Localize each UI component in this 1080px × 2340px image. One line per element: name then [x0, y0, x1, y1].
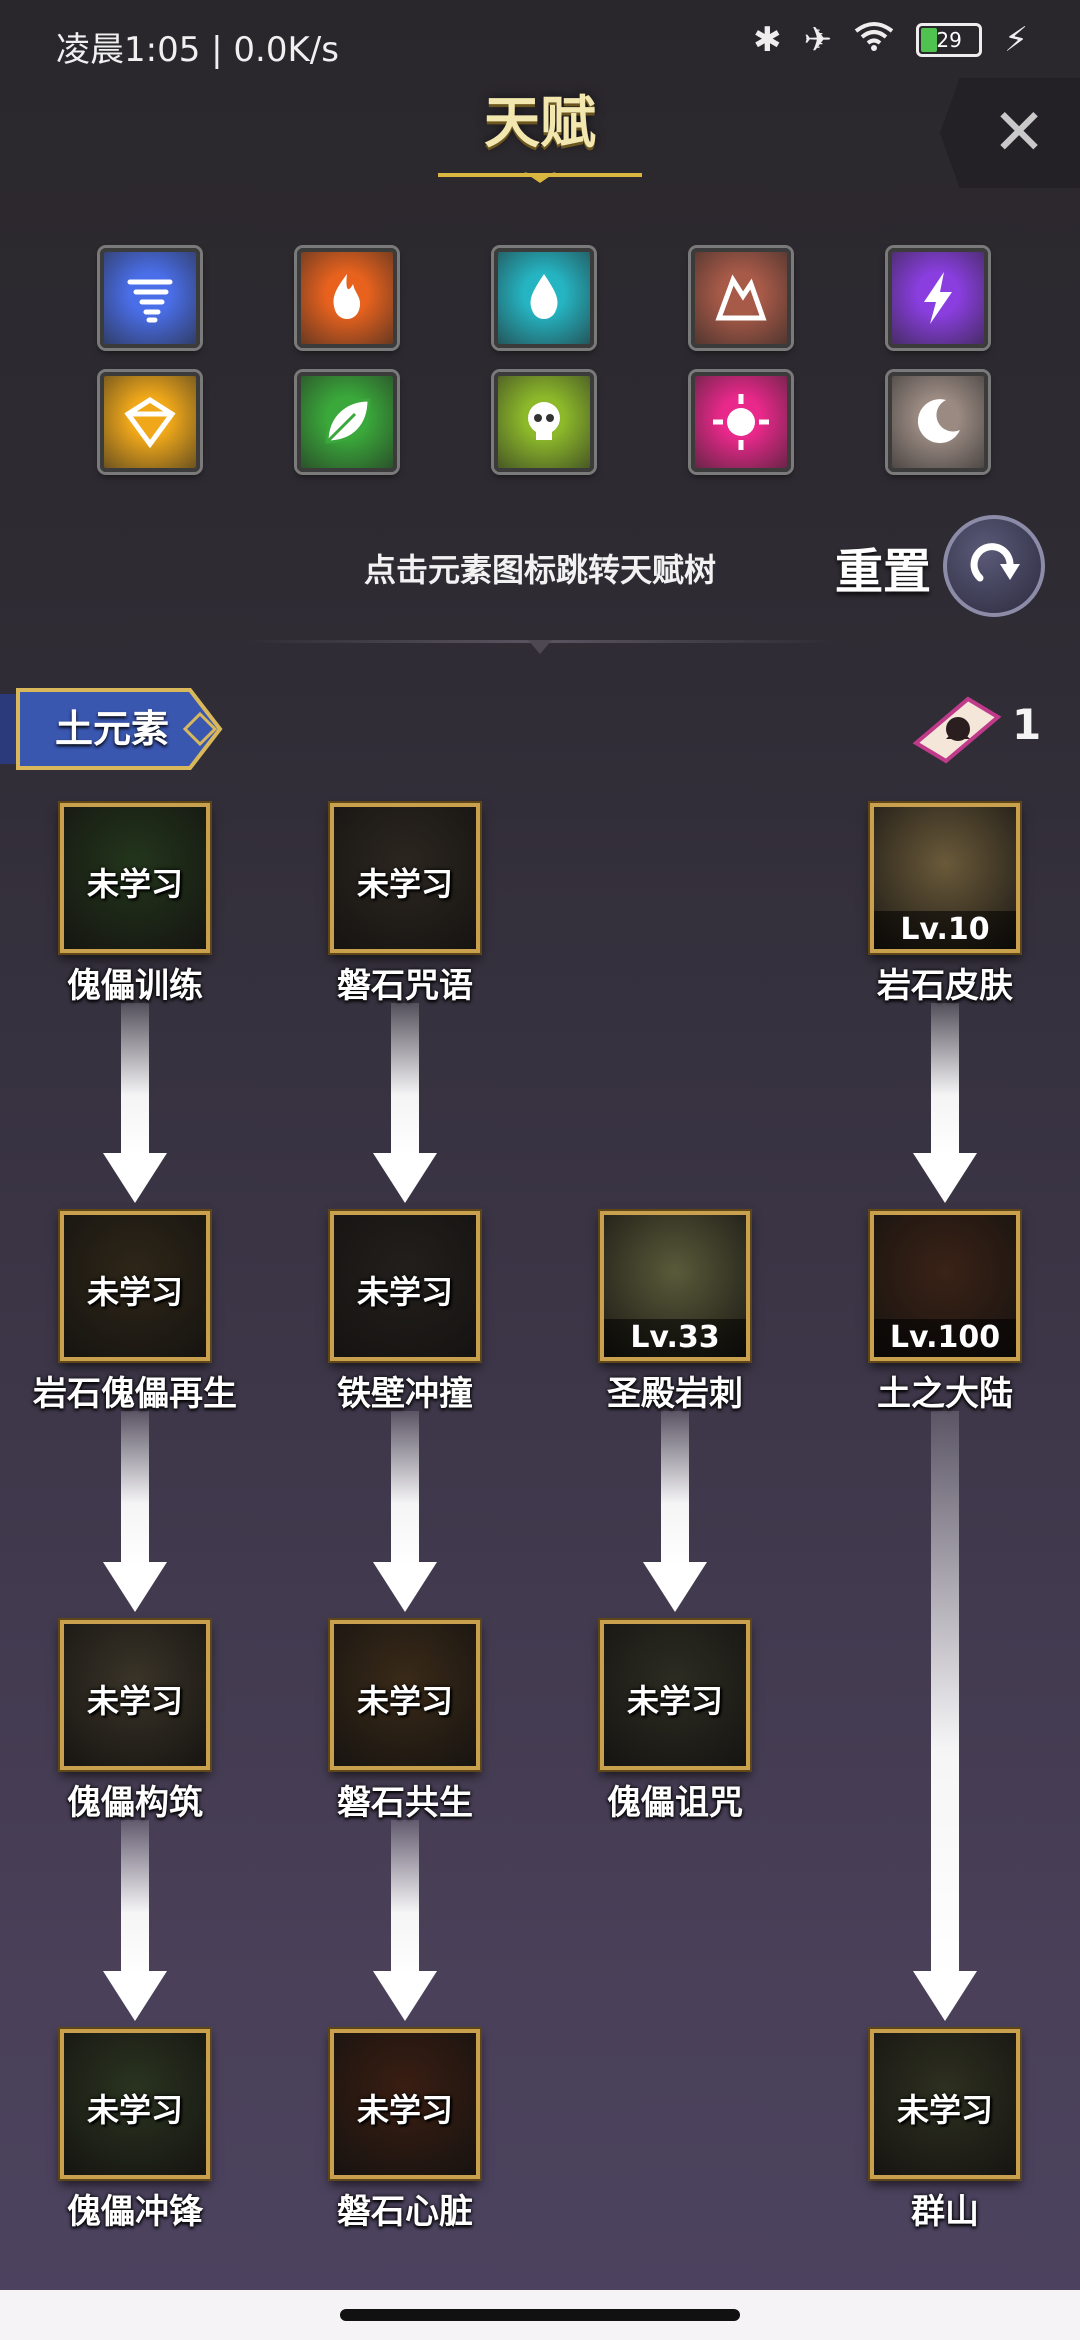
talent-name: 磐石共生	[337, 1783, 473, 1823]
element-earth-button[interactable]	[691, 248, 791, 348]
talent-node-rock-golem-regen[interactable]: 未学习	[60, 1211, 210, 1361]
element-poison-button[interactable]	[494, 372, 594, 472]
lightning-icon	[924, 272, 952, 324]
battery-icon: 29	[916, 23, 983, 57]
element-holy-button[interactable]	[691, 372, 791, 472]
talent-node-golem-construct[interactable]: 未学习	[60, 1620, 210, 1770]
status-bar: 凌晨1:05 | 0.0K/s ✱ ✈ 29 ⚡	[0, 0, 1080, 88]
tree-arrow	[373, 1820, 437, 2021]
talent-point-icon	[912, 696, 1002, 764]
status-time: 凌晨1:05 | 0.0K/s	[56, 30, 339, 70]
talent-node-golem-charge[interactable]: 未学习	[60, 2029, 210, 2179]
skull-icon	[528, 402, 560, 440]
moon-icon	[917, 399, 960, 444]
charging-icon: ⚡	[1004, 20, 1028, 60]
gem-icon	[124, 397, 176, 449]
talent-node-golem-training[interactable]: 未学习	[60, 803, 210, 953]
close-icon: ✕	[992, 96, 1046, 170]
talent-name: 铁壁冲撞	[337, 1374, 473, 1414]
talent-name: 磐石心脏	[337, 2192, 473, 2232]
tornado-icon	[127, 279, 173, 323]
title-ornament	[438, 172, 642, 183]
talent-node-rock-skin[interactable]: Lv.10	[870, 803, 1020, 953]
talent-name: 傀儡构筑	[67, 1783, 203, 1823]
drop-icon	[530, 274, 558, 319]
talent-state: 未学习	[356, 1682, 453, 1720]
talent-name: 磐石咒语	[337, 966, 473, 1006]
element-water-button[interactable]	[494, 248, 594, 348]
tree-arrow	[103, 1003, 167, 1203]
talent-name: 岩石皮肤	[877, 966, 1013, 1006]
talent-name: 傀儡冲锋	[67, 2192, 203, 2232]
talent-level: Lv.10	[874, 911, 1016, 949]
reset-icon	[970, 543, 1020, 582]
talent-name: 岩石傀儡再生	[33, 1374, 237, 1414]
talent-node-boulder-curse[interactable]: 未学习	[330, 803, 480, 953]
talent-level: Lv.100	[874, 1319, 1016, 1357]
talent-name: 土之大陆	[877, 1374, 1013, 1414]
close-button[interactable]: ✕	[940, 78, 1080, 188]
element-lightning-button[interactable]	[888, 248, 988, 348]
talent-state: 未学习	[86, 1682, 183, 1720]
element-nature-button[interactable]	[297, 372, 397, 472]
element-light-button[interactable]	[100, 372, 200, 472]
talent-state: 未学习	[356, 1273, 453, 1311]
tree-arrow	[913, 1003, 977, 1203]
section-title: 土元素	[55, 707, 170, 751]
airplane-icon: ✈	[803, 20, 833, 60]
talent-state: 未学习	[626, 1682, 723, 1720]
talent-node-boulder-heart[interactable]: 未学习	[330, 2029, 480, 2179]
tree-arrow	[103, 1411, 167, 1612]
sun-icon	[713, 394, 769, 450]
talent-node-earth-continent[interactable]: Lv.100	[870, 1211, 1020, 1361]
talent-state: 未学习	[86, 865, 183, 903]
divider-tip	[528, 640, 552, 654]
talent-level: Lv.33	[604, 1319, 746, 1357]
tree-arrow	[103, 1820, 167, 2021]
talent-name: 傀儡诅咒	[607, 1783, 743, 1823]
talent-state: 未学习	[896, 2091, 993, 2129]
talent-node-golem-curse[interactable]: 未学习	[600, 1620, 750, 1770]
reset-label[interactable]: 重置	[835, 532, 931, 602]
bluetooth-icon: ✱	[753, 20, 782, 60]
status-icons: ✱ ✈ 29 ⚡	[753, 20, 1028, 60]
talent-state: 未学习	[86, 1273, 183, 1311]
page-title: 天赋	[484, 91, 596, 156]
element-wind-button[interactable]	[100, 248, 200, 348]
tree-arrow	[373, 1411, 437, 1612]
wifi-icon	[854, 20, 894, 60]
talent-state: 未学习	[86, 2091, 183, 2129]
home-indicator[interactable]	[340, 2309, 740, 2321]
talent-node-mountains[interactable]: 未学习	[870, 2029, 1020, 2179]
talent-state: 未学习	[356, 2091, 453, 2129]
talent-node-shrine-rock-spike[interactable]: Lv.33	[600, 1211, 750, 1361]
talent-node-iron-wall-charge[interactable]: 未学习	[330, 1211, 480, 1361]
reset-button[interactable]	[943, 515, 1045, 617]
tree-arrow	[913, 1411, 977, 2021]
tree-arrow	[643, 1411, 707, 1612]
element-dark-button[interactable]	[888, 372, 988, 472]
talent-state: 未学习	[356, 865, 453, 903]
rock-icon	[715, 274, 767, 321]
talent-points: 1	[1012, 700, 1042, 749]
element-fire-button[interactable]	[297, 248, 397, 348]
leaf-icon	[325, 398, 371, 444]
talent-name: 傀儡训练	[67, 966, 203, 1006]
talent-name: 圣殿岩刺	[607, 1374, 743, 1414]
tree-arrow	[373, 1003, 437, 1203]
talent-node-boulder-symbiosis[interactable]: 未学习	[330, 1620, 480, 1770]
talent-name: 群山	[911, 2192, 979, 2232]
flame-icon	[333, 274, 361, 319]
